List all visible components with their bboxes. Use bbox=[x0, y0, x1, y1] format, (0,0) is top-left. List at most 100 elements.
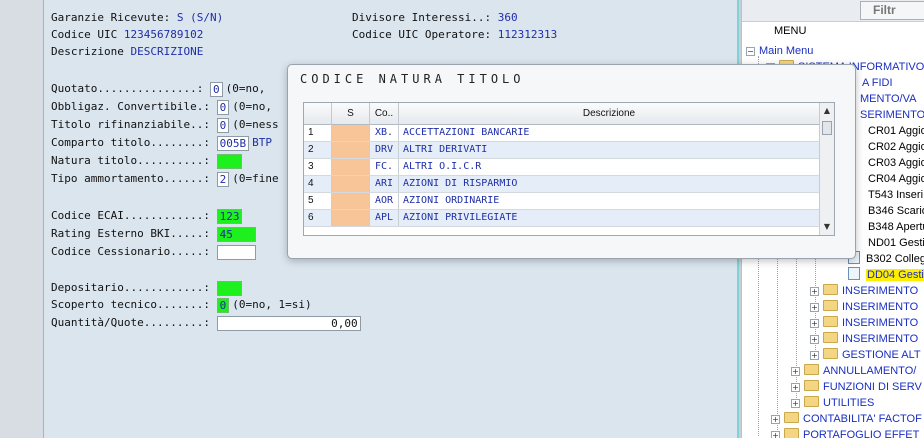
filter-button[interactable]: Filtr bbox=[860, 1, 924, 20]
tree-item-inserimento-1[interactable]: + INSERIMENTO bbox=[810, 283, 918, 299]
left-gutter bbox=[0, 0, 43, 438]
table-row[interactable]: 1 XB. ACCETTAZIONI BANCARIE bbox=[304, 125, 820, 142]
table-row[interactable]: 4 ARI AZIONI DI RISPARMIO bbox=[304, 176, 820, 193]
depositario-field[interactable] bbox=[216, 280, 242, 296]
rifinanziabile-field[interactable]: 0 bbox=[216, 117, 230, 133]
col-header-co[interactable]: Co.. bbox=[370, 103, 399, 125]
rifinanziabile-hint: (0=ness bbox=[232, 118, 279, 131]
scoperto-row: Scoperto tecnico.......: 0 (0=no, 1=si) bbox=[51, 297, 312, 313]
tree-item-mento[interactable]: MENTO/VA bbox=[860, 91, 916, 107]
obbligazione-label: Obbligaz. Convertibile.: bbox=[51, 100, 217, 113]
folder-icon bbox=[784, 428, 799, 438]
depositario-label: Depositario............: bbox=[51, 281, 217, 294]
obbligazione-row: Obbligaz. Convertibile.: 0 (0=no, bbox=[51, 99, 272, 115]
tree-toolbar: Filtr bbox=[742, 0, 924, 22]
quantita-label: Quantità/Quote.........: bbox=[51, 316, 217, 329]
ammortamento-field[interactable]: 2 bbox=[216, 171, 230, 187]
tree-item-t543[interactable]: T543 Inseri bbox=[868, 187, 923, 203]
divisore-value: 360 bbox=[497, 11, 518, 24]
tree-item-inserimento-3[interactable]: + INSERIMENTO bbox=[810, 315, 918, 331]
folder-icon bbox=[804, 364, 819, 375]
rating-row: Rating Esterno BKI.....: 45 bbox=[51, 226, 256, 242]
quantita-row: Quantità/Quote.........: 0,00 bbox=[51, 315, 361, 331]
cessionario-row: Codice Cessionario.....: bbox=[51, 244, 256, 260]
scoperto-label: Scoperto tecnico.......: bbox=[51, 298, 217, 311]
tree-item-dd04[interactable]: DD04 Gesti bbox=[848, 267, 924, 283]
table-row[interactable]: 6 APL AZIONI PRIVILEGIATE bbox=[304, 210, 820, 227]
grid-scrollbar[interactable]: ▲ ▼ bbox=[819, 103, 834, 235]
table-row[interactable]: 3 FC. ALTRI O.I.C.R bbox=[304, 159, 820, 176]
scroll-up-icon[interactable]: ▲ bbox=[822, 106, 832, 116]
comparto-label: Comparto titolo........: bbox=[51, 136, 217, 149]
ecai-row: Codice ECAI............: 123 bbox=[51, 208, 242, 224]
ecai-field[interactable]: 123 bbox=[216, 208, 242, 224]
cessionario-field[interactable] bbox=[216, 244, 256, 260]
tree-item-inserimento-4[interactable]: + INSERIMENTO bbox=[810, 331, 918, 347]
ecai-label: Codice ECAI............: bbox=[51, 209, 217, 222]
expand-icon[interactable]: + bbox=[810, 335, 819, 344]
expand-icon[interactable]: + bbox=[810, 319, 819, 328]
garanzie-label: Garanzie Ricevute: bbox=[51, 11, 177, 24]
rifinanziabile-row: Titolo rifinanziabile..: 0 (0=ness bbox=[51, 117, 279, 133]
quotato-row: Quotato...............: 0 (0=no, bbox=[51, 81, 265, 97]
tree-item-b348[interactable]: B348 Apertu bbox=[868, 219, 924, 235]
expand-icon[interactable]: + bbox=[810, 287, 819, 296]
codice-uic-value: 123456789102 bbox=[123, 28, 204, 41]
tree-item-annullamento[interactable]: + ANNULLAMENTO/ bbox=[791, 363, 916, 379]
comparto-field[interactable]: 005B bbox=[216, 135, 250, 151]
scoperto-field[interactable]: 0 bbox=[216, 297, 230, 313]
scoperto-hint: (0=no, 1=si) bbox=[232, 298, 312, 311]
expand-icon[interactable]: + bbox=[810, 303, 819, 312]
expand-icon[interactable]: + bbox=[791, 367, 800, 376]
expand-icon[interactable]: + bbox=[771, 415, 780, 424]
col-header-num bbox=[304, 103, 332, 125]
folder-icon bbox=[823, 332, 838, 343]
quantita-field[interactable]: 0,00 bbox=[216, 315, 361, 331]
folder-icon bbox=[823, 348, 838, 359]
obbligazione-field[interactable]: 0 bbox=[216, 99, 230, 115]
tree-item-cr01[interactable]: CR01 Aggio bbox=[868, 123, 924, 139]
expand-icon[interactable]: + bbox=[810, 351, 819, 360]
rating-field[interactable]: 45 bbox=[216, 226, 256, 242]
col-header-s[interactable]: S bbox=[332, 103, 370, 125]
garanzie-value: S (S/N) bbox=[176, 11, 224, 24]
tree-item-utilities[interactable]: + UTILITIES bbox=[791, 395, 874, 411]
dialog-title: CODICE NATURA TITOLO bbox=[300, 72, 525, 86]
garanzie-row: Garanzie Ricevute: S (S/N) bbox=[51, 10, 223, 26]
natura-field[interactable] bbox=[216, 153, 242, 169]
expand-icon[interactable]: + bbox=[771, 431, 780, 438]
tree-item-b302[interactable]: B302 Colleg bbox=[848, 251, 924, 267]
table-row[interactable]: 5 AOR AZIONI ORDINARIE bbox=[304, 193, 820, 210]
expand-icon[interactable]: + bbox=[791, 383, 800, 392]
tree-item-cr04[interactable]: CR04 Aggio bbox=[868, 171, 924, 187]
tree-item-b346[interactable]: B346 Scario bbox=[868, 203, 924, 219]
tree-item-funzioni[interactable]: + FUNZIONI DI SERV bbox=[791, 379, 922, 395]
tree-item-main-menu[interactable]: − Main Menu bbox=[746, 43, 813, 59]
scrollbar-thumb[interactable] bbox=[822, 121, 832, 135]
quotato-field[interactable]: 0 bbox=[209, 81, 223, 97]
tree-item-fidi[interactable]: A FIDI bbox=[862, 75, 893, 91]
tree-item-nd01[interactable]: ND01 Gesti bbox=[868, 235, 924, 251]
tree-item-portafoglio[interactable]: + PORTAFOGLIO EFFET bbox=[771, 427, 919, 438]
comparto-row: Comparto titolo........: 005B BTP bbox=[51, 135, 272, 151]
descrizione-value: DESCRIZIONE bbox=[130, 45, 204, 58]
expand-icon[interactable]: + bbox=[791, 399, 800, 408]
comparto-hint: BTP bbox=[252, 136, 272, 149]
tree-item-contabilita[interactable]: + CONTABILITA' FACTOF bbox=[771, 411, 922, 427]
tree-item-gestione-alt[interactable]: + GESTIONE ALT bbox=[810, 347, 921, 363]
tree-item-cr02[interactable]: CR02 Aggio bbox=[868, 139, 924, 155]
rifinanziabile-label: Titolo rifinanziabile..: bbox=[51, 118, 217, 131]
col-header-descrizione[interactable]: Descrizione bbox=[399, 103, 820, 125]
folder-icon bbox=[823, 284, 838, 295]
table-row[interactable]: 2 DRV ALTRI DERIVATI bbox=[304, 142, 820, 159]
collapse-icon[interactable]: − bbox=[746, 47, 755, 56]
document-icon bbox=[848, 267, 860, 280]
depositario-row: Depositario............: bbox=[51, 280, 242, 296]
tree-item-inserimento-2[interactable]: + INSERIMENTO bbox=[810, 299, 918, 315]
tree-item-inserimento-top[interactable]: SERIMENTO bbox=[860, 107, 924, 123]
natura-row: Natura titolo..........: bbox=[51, 153, 242, 169]
descrizione-label: Descrizione bbox=[51, 45, 131, 58]
tree-item-cr03[interactable]: CR03 Aggio bbox=[868, 155, 924, 171]
scroll-down-icon[interactable]: ▼ bbox=[822, 222, 832, 232]
codice-uic-label: Codice UIC bbox=[51, 28, 124, 41]
